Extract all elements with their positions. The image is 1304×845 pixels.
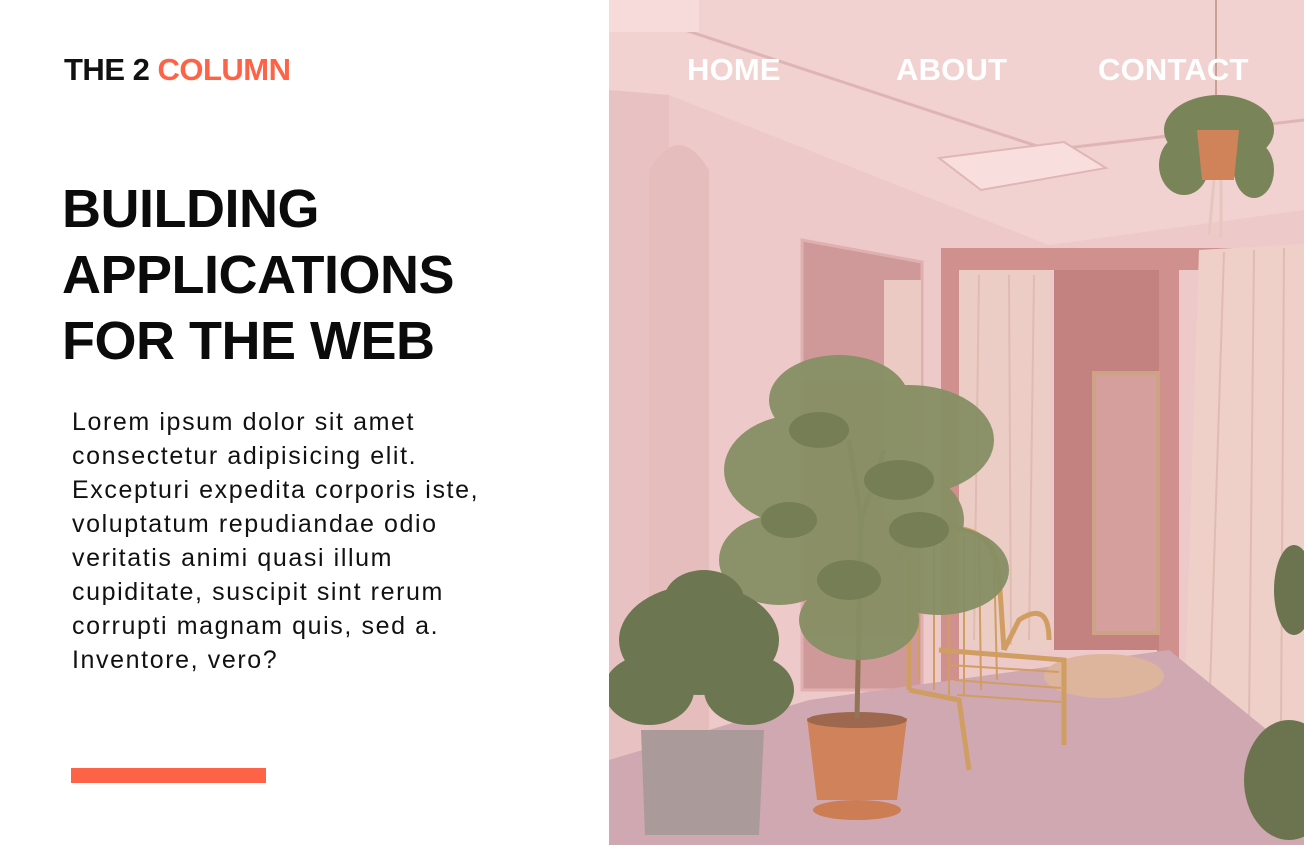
- nav-contact-link[interactable]: CONTACT: [1098, 52, 1249, 88]
- main-nav: HOME ABOUT CONTACT: [609, 52, 1304, 92]
- room-illustration: [609, 0, 1304, 845]
- accent-bar: [71, 768, 266, 783]
- headline-line-2: APPLICATIONS: [62, 245, 455, 305]
- brand-logo[interactable]: THE 2 COLUMN: [64, 52, 291, 88]
- intro-paragraph: Lorem ipsum dolor sit amet consectetur a…: [72, 408, 480, 674]
- nav-home-link[interactable]: HOME: [687, 52, 781, 88]
- page-headline: BUILDING APPLICATIONS FOR THE WEB: [62, 176, 455, 374]
- brand-logo-part2: COLUMN: [157, 52, 291, 87]
- headline-line-1: BUILDING: [62, 179, 319, 239]
- nav-about-link[interactable]: ABOUT: [896, 52, 1007, 88]
- hero-image: HOME ABOUT CONTACT: [609, 0, 1304, 845]
- headline-line-3: FOR THE WEB: [62, 311, 435, 371]
- left-column: THE 2 COLUMN BUILDING APPLICATIONS FOR T…: [0, 0, 609, 845]
- brand-logo-part1: THE 2: [64, 52, 158, 87]
